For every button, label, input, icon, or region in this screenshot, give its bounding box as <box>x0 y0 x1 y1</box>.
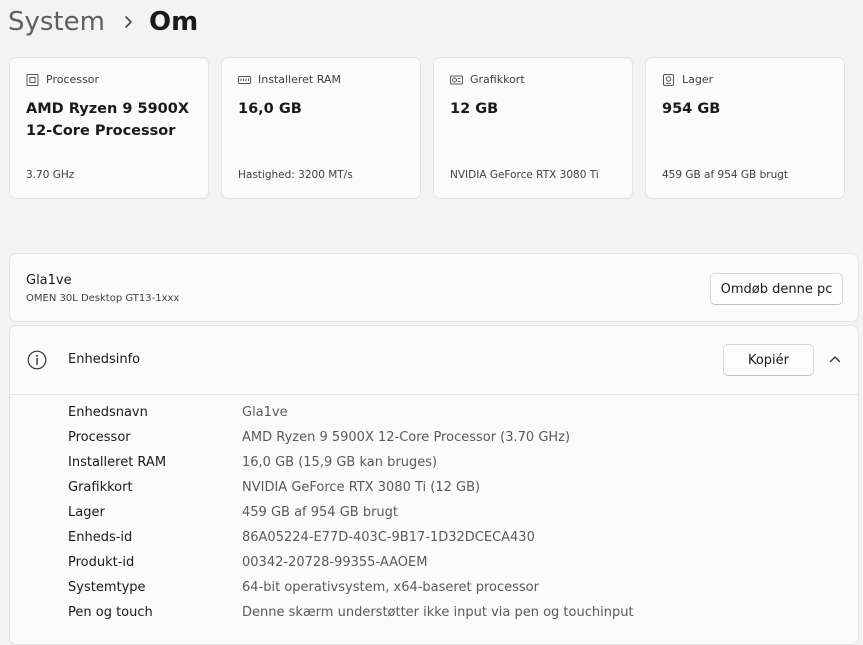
spec-value: NVIDIA GeForce RTX 3080 Ti (12 GB) <box>242 480 481 495</box>
spec-value: AMD Ryzen 9 5900X 12-Core Processor (3.7… <box>242 430 571 445</box>
spec-row: Lager 459 GB af 954 GB brugt <box>68 505 828 525</box>
card-graphics: Grafikkort 12 GB NVIDIA GeForce RTX 3080… <box>433 57 633 199</box>
card-title: Lager <box>682 73 714 86</box>
spec-value: Gla1ve <box>242 405 288 420</box>
spec-row: Pen og touch Denne skærm understøtter ik… <box>68 605 828 625</box>
spec-row: Grafikkort NVIDIA GeForce RTX 3080 Ti (1… <box>68 480 828 500</box>
spec-row: Produkt-id 00342-20728-99355-AAOEM <box>68 555 828 575</box>
spec-label: Enheds-id <box>68 530 133 545</box>
spec-row: Enheds-id 86A05224-E77D-403C-9B17-1D32DC… <box>68 530 828 550</box>
spec-value: 16,0 GB (15,9 GB kan bruges) <box>242 455 438 470</box>
spec-label: Produkt-id <box>68 555 135 570</box>
ram-icon <box>238 75 251 84</box>
card-title: Installeret RAM <box>258 73 341 86</box>
device-name-row: Gla1ve OMEN 30L Desktop GT13-1xxx Omdøb … <box>9 253 859 322</box>
copy-button[interactable]: Kopiér <box>723 344 814 376</box>
device-model: OMEN 30L Desktop GT13-1xxx <box>26 293 180 304</box>
card-subtext: NVIDIA GeForce RTX 3080 Ti <box>450 169 599 181</box>
breadcrumb: System Om <box>8 4 198 40</box>
device-info-panel: Enhedsinfo Kopiér Enhedsnavn Gla1ve Proc… <box>9 325 859 645</box>
gpu-icon <box>450 75 463 84</box>
card-subtext: Hastighed: 3200 MT/s <box>238 169 353 181</box>
card-value: 954 GB <box>662 101 721 117</box>
spec-row: Systemtype 64-bit operativsystem, x64-ba… <box>68 580 828 600</box>
info-icon <box>27 350 47 370</box>
spec-value: 00342-20728-99355-AAOEM <box>242 555 428 570</box>
spec-label: Pen og touch <box>68 605 153 620</box>
card-subtext: 459 GB af 954 GB brugt <box>662 169 788 181</box>
chevron-right-icon <box>125 16 132 28</box>
divider <box>10 394 858 395</box>
page-title: Om <box>148 7 199 37</box>
card-value: AMD Ryzen 9 5900X 12-Core Processor <box>26 101 190 139</box>
spec-value: 459 GB af 954 GB brugt <box>242 505 398 520</box>
spec-label: Grafikkort <box>68 480 133 495</box>
spec-row: Enhedsnavn Gla1ve <box>68 405 828 425</box>
chevron-up-icon[interactable] <box>829 354 841 364</box>
device-name: Gla1ve <box>26 273 72 288</box>
card-subtext: 3.70 GHz <box>26 169 75 181</box>
card-value: 16,0 GB <box>238 101 302 117</box>
cpu-icon <box>26 73 39 86</box>
spec-label: Systemtype <box>68 580 146 595</box>
spec-label: Enhedsnavn <box>68 405 148 420</box>
spec-value: Denne skærm understøtter ikke input via … <box>242 605 634 620</box>
storage-icon <box>663 73 674 86</box>
card-storage: Lager 954 GB 459 GB af 954 GB brugt <box>645 57 845 199</box>
breadcrumb-parent-system[interactable]: System <box>8 7 105 37</box>
spec-label: Lager <box>68 505 105 520</box>
card-title: Grafikkort <box>470 73 525 86</box>
card-title: Processor <box>46 73 99 86</box>
rename-pc-button[interactable]: Omdøb denne pc <box>710 273 843 305</box>
card-value: 12 GB <box>450 101 499 117</box>
device-info-header[interactable]: Enhedsinfo Kopiér <box>10 326 858 394</box>
card-ram: Installeret RAM 16,0 GB Hastighed: 3200 … <box>221 57 421 199</box>
card-processor: Processor AMD Ryzen 9 5900X 12-Core Proc… <box>9 57 209 199</box>
spec-row: Installeret RAM 16,0 GB (15,9 GB kan bru… <box>68 455 828 475</box>
spec-row: Processor AMD Ryzen 9 5900X 12-Core Proc… <box>68 430 828 450</box>
spec-label: Installeret RAM <box>68 455 167 470</box>
spec-value: 86A05224-E77D-403C-9B17-1D32DCECA430 <box>242 530 535 545</box>
spec-value: 64-bit operativsystem, x64-baseret proce… <box>242 580 539 595</box>
spec-label: Processor <box>68 430 131 445</box>
device-info-title: Enhedsinfo <box>68 352 141 367</box>
